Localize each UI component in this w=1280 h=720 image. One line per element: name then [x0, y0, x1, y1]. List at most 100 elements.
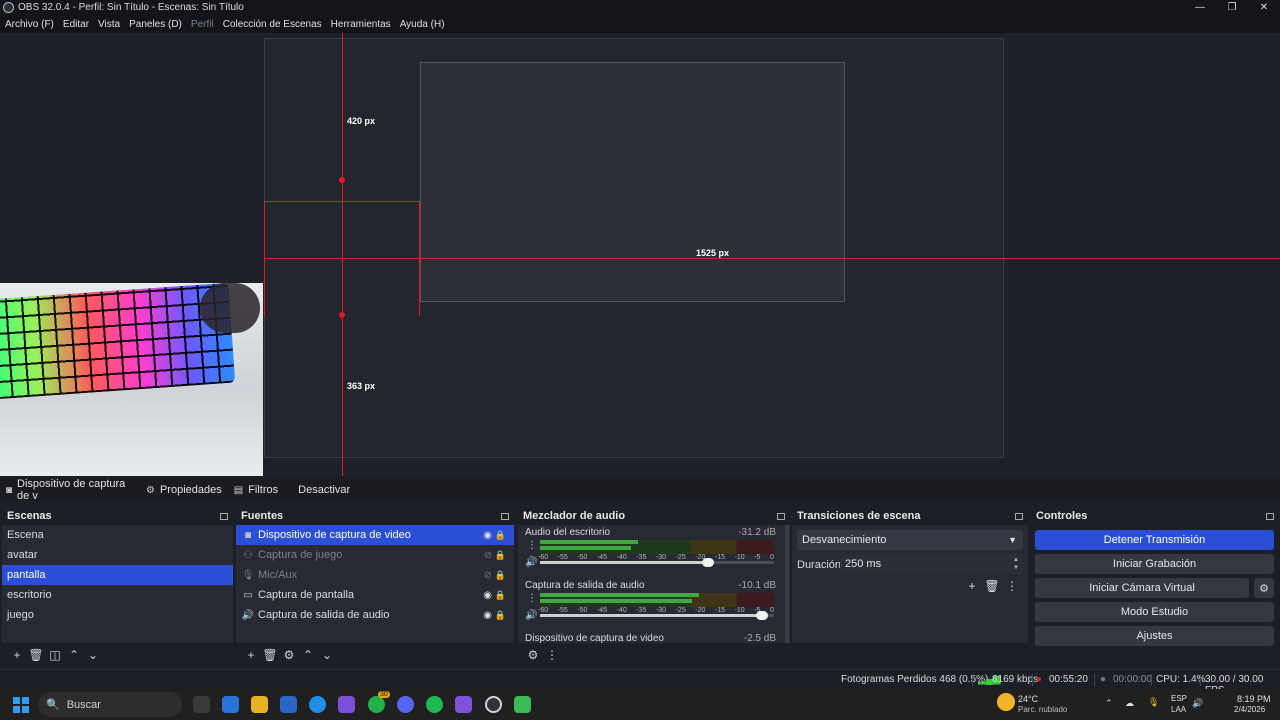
eye-hidden-icon[interactable]: ⊘ — [484, 550, 492, 561]
move-up-button[interactable]: ⌃ — [65, 646, 83, 664]
lock-icon[interactable]: 🔒 — [495, 590, 506, 601]
source-item[interactable]: ◙ Dispositivo de captura de video ◉ 🔒 — [236, 525, 514, 545]
source-item[interactable]: 🔊 Captura de salida de audio ◉ 🔒 — [236, 605, 514, 625]
minimize-button[interactable]: — — [1184, 0, 1216, 15]
spotify-icon[interactable] — [426, 696, 443, 713]
camera-icon: ◙ — [6, 484, 13, 496]
source-item[interactable]: ⚇ Captura de juego ⊘ 🔒 — [236, 545, 514, 565]
add-transition-button[interactable]: + — [962, 578, 982, 594]
selection-handle[interactable] — [339, 177, 345, 183]
volume-icon[interactable]: 🔊 — [1192, 698, 1203, 709]
whatsapp-icon[interactable] — [368, 696, 385, 713]
spin-arrows-icon[interactable]: ▲ ▼ — [1013, 556, 1019, 572]
stop-streaming-button[interactable]: Detener Transmisión — [1035, 530, 1274, 550]
remove-transition-button[interactable]: 🗑 — [982, 578, 1002, 594]
meter-tick-label: -60 — [538, 607, 549, 614]
scene-item[interactable]: juego — [2, 605, 233, 625]
app-icon[interactable] — [338, 696, 355, 713]
scene-item[interactable]: pantalla — [2, 565, 233, 585]
add-source-button[interactable]: + — [242, 646, 260, 664]
taskbar-search[interactable]: 🔍 Buscar — [38, 692, 182, 717]
start-virtual-camera-button[interactable]: Iniciar Cámara Virtual — [1035, 578, 1249, 598]
remove-scene-button[interactable]: 🗑 — [27, 646, 45, 664]
move-up-button[interactable]: ⌃ — [299, 646, 317, 664]
lock-icon[interactable]: 🔒 — [495, 530, 506, 541]
source-properties-button[interactable]: ⚙ — [280, 646, 298, 664]
menu-tools[interactable]: Herramientas — [331, 19, 391, 30]
scene-item[interactable]: Escena — [2, 525, 233, 545]
chevron-up-icon[interactable]: ⌃ — [1105, 698, 1113, 709]
lock-icon[interactable]: 🔒 — [495, 610, 506, 621]
volume-slider[interactable] — [540, 611, 774, 620]
maximize-button[interactable]: ❐ — [1216, 0, 1248, 15]
undock-icon[interactable] — [501, 512, 509, 520]
clock-date[interactable]: 2/4/2026 — [1234, 705, 1265, 714]
copilot-icon[interactable] — [222, 696, 239, 713]
microphone-icon[interactable]: 🎙 — [1148, 697, 1159, 708]
eye-icon[interactable]: ◉ — [483, 610, 492, 621]
channel-menu-icon[interactable]: ⋮ — [527, 540, 537, 551]
preview-canvas[interactable]: 420 px 363 px 1525 px — [0, 33, 1280, 476]
studio-mode-button[interactable]: Modo Estudio — [1035, 602, 1274, 622]
menu-view[interactable]: Vista — [98, 19, 120, 30]
channel-menu-icon[interactable]: ⋮ — [527, 593, 537, 604]
video-capture-source[interactable] — [0, 283, 263, 476]
properties-button[interactable]: ⚙ Propiedades — [140, 479, 228, 501]
source-item[interactable]: ▭ Captura de pantalla ◉ 🔒 — [236, 585, 514, 605]
undock-icon[interactable] — [777, 512, 785, 520]
menu-help[interactable]: Ayuda (H) — [400, 19, 445, 30]
lang-line-2[interactable]: LAA — [1171, 705, 1186, 714]
scene-filters-button[interactable]: ◫ — [46, 646, 64, 664]
menu-scene-collection[interactable]: Colección de Escenas — [223, 19, 322, 30]
eye-icon[interactable]: ◉ — [483, 590, 492, 601]
cloud-icon[interactable]: ☁ — [1125, 698, 1134, 709]
discord-icon[interactable] — [397, 696, 414, 713]
advanced-audio-button[interactable]: ⚙ — [524, 646, 542, 664]
virtual-camera-settings-icon[interactable]: ⚙ — [1254, 578, 1274, 598]
lock-icon[interactable]: 🔒 — [495, 550, 506, 561]
windows-start-icon[interactable] — [13, 697, 29, 713]
deactivate-button[interactable]: Desactivar — [292, 479, 356, 501]
menu-edit[interactable]: Editar — [63, 19, 89, 30]
file-explorer-icon[interactable] — [251, 696, 268, 713]
scene-item[interactable]: avatar — [2, 545, 233, 565]
app-icon[interactable] — [455, 696, 472, 713]
speaker-icon[interactable]: 🔊 — [525, 610, 537, 621]
lock-icon[interactable]: 🔒 — [495, 570, 506, 581]
settings-button[interactable]: Ajustes — [1035, 626, 1274, 646]
meter-tick-label: -50 — [577, 607, 588, 614]
edge-icon[interactable] — [309, 696, 326, 713]
filters-button[interactable]: ▤ Filtros — [228, 479, 284, 501]
menu-file[interactable]: Archivo (F) — [5, 19, 54, 30]
obs-taskbar-icon[interactable] — [485, 696, 502, 713]
transition-menu-button[interactable]: ⋮ — [1002, 578, 1022, 594]
duration-spinbox[interactable]: 250 ms ▲ ▼ — [840, 554, 1023, 574]
move-down-button[interactable]: ⌄ — [318, 646, 336, 664]
eye-hidden-icon[interactable]: ⊘ — [484, 570, 492, 581]
source-item[interactable]: 🎙 Mic/Aux ⊘ 🔒 — [236, 565, 514, 585]
transition-select[interactable]: Desvanecimiento ▼ — [797, 530, 1023, 550]
undock-icon[interactable] — [1266, 512, 1274, 520]
start-recording-button[interactable]: Iniciar Grabación — [1035, 554, 1274, 574]
speaker-icon[interactable]: 🔊 — [525, 557, 537, 568]
slider-handle[interactable] — [702, 558, 715, 567]
menu-profile[interactable]: Perfil — [191, 19, 214, 30]
add-scene-button[interactable]: + — [8, 646, 26, 664]
volume-slider[interactable] — [540, 558, 774, 567]
selection-handle[interactable] — [339, 312, 345, 318]
undock-icon[interactable] — [1015, 512, 1023, 520]
task-view-icon[interactable] — [193, 696, 210, 713]
slider-handle[interactable] — [756, 611, 769, 620]
minecraft-icon[interactable] — [514, 696, 531, 713]
undock-icon[interactable] — [220, 512, 228, 520]
store-icon[interactable] — [280, 696, 297, 713]
remove-source-button[interactable]: 🗑 — [261, 646, 279, 664]
close-button[interactable]: ✕ — [1248, 0, 1280, 15]
menu-docks[interactable]: Paneles (D) — [129, 19, 182, 30]
move-down-button[interactable]: ⌄ — [84, 646, 102, 664]
scene-item[interactable]: escritorio — [2, 585, 233, 605]
clock-time[interactable]: 8:19 PM — [1237, 694, 1271, 704]
eye-icon[interactable]: ◉ — [483, 530, 492, 541]
lang-line-1[interactable]: ESP — [1171, 694, 1187, 703]
mixer-menu-button[interactable]: ⋮ — [543, 646, 561, 664]
